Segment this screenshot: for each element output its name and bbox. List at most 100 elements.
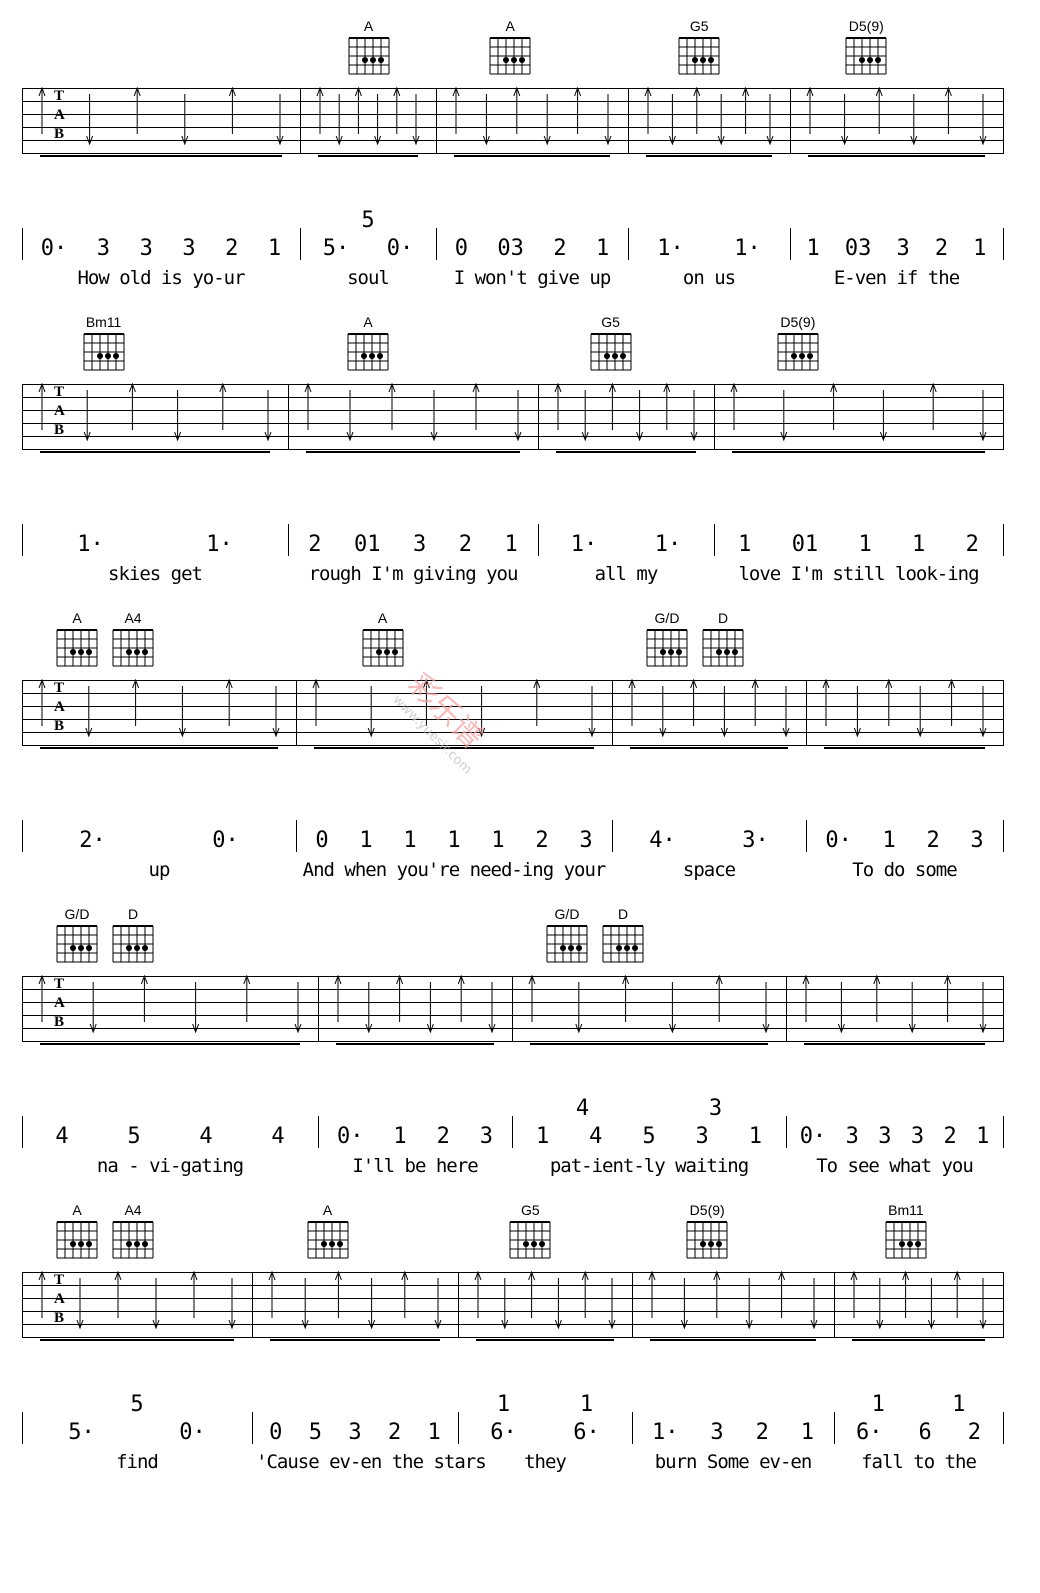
numbered-notation: 1 01 1 1 2 bbox=[718, 529, 999, 557]
numbered-notation: 1 03 3 2 1 bbox=[794, 233, 999, 261]
upper-notes bbox=[794, 205, 999, 233]
notation-bar-line bbox=[22, 1412, 23, 1444]
chord-diagram: A bbox=[303, 1202, 353, 1264]
note: 1 bbox=[806, 236, 820, 261]
note: 1 bbox=[912, 532, 926, 557]
measure: 0 03 2 1 I won't give up bbox=[440, 205, 624, 295]
chord-grid-icon bbox=[81, 333, 127, 376]
chord-diagram: D bbox=[598, 906, 648, 968]
notation-bar-line bbox=[512, 1116, 513, 1148]
note: 1 bbox=[496, 1392, 511, 1417]
upper-notes bbox=[322, 1093, 508, 1121]
lyrics: How old is yo-ur bbox=[77, 267, 245, 289]
chord-name: A4 bbox=[124, 610, 142, 626]
measure: 2· 0· up bbox=[26, 797, 292, 887]
chord-diagram: D bbox=[108, 906, 158, 968]
lyrics: 'Cause ev-en the stars bbox=[256, 1451, 487, 1473]
chord-diagram: A bbox=[52, 610, 102, 672]
note: 3 bbox=[896, 236, 910, 261]
note: 1 bbox=[748, 1124, 762, 1149]
strum-marks bbox=[304, 382, 522, 453]
measure: 1· 1· skies get bbox=[26, 501, 284, 591]
strum-marks bbox=[38, 1270, 236, 1341]
chord-name: G/D bbox=[554, 906, 580, 922]
note: 1· bbox=[657, 236, 684, 261]
note: 01 bbox=[354, 532, 381, 557]
chord-name: A bbox=[377, 610, 388, 626]
numbered-notation: 4· 3· bbox=[616, 825, 802, 853]
note: 6· bbox=[490, 1420, 517, 1445]
note: 6 bbox=[918, 1420, 932, 1445]
note: 3· bbox=[742, 828, 769, 853]
bar-line bbox=[1003, 680, 1004, 746]
lyrics: rough I'm giving you bbox=[308, 563, 519, 585]
numbered-notation: 0· 1 2 3 bbox=[810, 825, 999, 853]
strum-marks bbox=[628, 678, 790, 749]
note: 5 bbox=[642, 1124, 656, 1149]
lyrics: space bbox=[682, 859, 736, 881]
note: 3 bbox=[579, 828, 593, 853]
note: 6· bbox=[573, 1420, 600, 1445]
chord-name: A bbox=[72, 1202, 82, 1218]
notation-bar-line bbox=[318, 1116, 319, 1148]
strum-marks bbox=[528, 974, 770, 1045]
chord-grid-icon bbox=[346, 37, 392, 80]
notation-bar-line bbox=[458, 1412, 459, 1444]
numbered-notation: 1· 1· bbox=[542, 529, 710, 557]
upper-notes bbox=[790, 1093, 999, 1121]
chord-grid-icon bbox=[676, 37, 722, 80]
measure: 5 5· 0· soul bbox=[304, 205, 432, 295]
chord-name: G/D bbox=[64, 906, 90, 922]
lyrics: burn Some ev-en bbox=[654, 1451, 813, 1473]
chord-grid-icon bbox=[700, 629, 746, 672]
upper-notes bbox=[718, 501, 999, 529]
upper-notes bbox=[292, 501, 534, 529]
note: 3 bbox=[695, 1124, 709, 1149]
lyrics: love I'm still look-ing bbox=[738, 563, 979, 585]
note: 2 bbox=[755, 1420, 769, 1445]
chord-name: A4 bbox=[124, 1202, 142, 1218]
notation-bar-line bbox=[436, 228, 437, 260]
notation-bar-line bbox=[790, 228, 791, 260]
notation-bar-line bbox=[22, 524, 23, 556]
note: 1 bbox=[504, 532, 518, 557]
numbered-notation: 5· 0· bbox=[26, 1417, 248, 1445]
note: 4· bbox=[649, 828, 676, 853]
note: 2 bbox=[308, 532, 322, 557]
note: 1 bbox=[973, 236, 987, 261]
chord-grid-icon bbox=[54, 1221, 100, 1264]
note: 2 bbox=[225, 236, 239, 261]
chord-grid-icon bbox=[883, 1221, 929, 1264]
notation-bar-line bbox=[834, 1412, 835, 1444]
chord-name: G5 bbox=[601, 314, 620, 330]
note: 1 bbox=[738, 532, 752, 557]
chord-diagram: G5 bbox=[586, 314, 636, 376]
note: 0· bbox=[825, 828, 852, 853]
notation-bar-line bbox=[714, 524, 715, 556]
chord-name: G5 bbox=[689, 18, 709, 34]
chord-name: D bbox=[617, 906, 629, 922]
tab-system: T A B Bm11 1· 1· skies get A 2 01 3 2 1 rough I'm giv… bbox=[0, 296, 1040, 592]
note: 2 bbox=[926, 828, 940, 853]
numbered-notation: 6· 6 2 bbox=[838, 1417, 999, 1445]
measure: 0 5 3 2 1 'Cause ev-en the stars bbox=[256, 1389, 487, 1479]
note: 2 bbox=[387, 1420, 402, 1445]
numbered-notation: 4 5 4 4 bbox=[26, 1121, 314, 1149]
upper-notes bbox=[26, 797, 292, 825]
note: 5 bbox=[308, 1420, 323, 1445]
measure: 4 3 1 4 5 3 1 pat-ient-ly waiting bbox=[516, 1093, 782, 1183]
strum-marks bbox=[38, 974, 302, 1045]
chord-diagram: D bbox=[698, 610, 748, 672]
notation-bar-line bbox=[22, 228, 23, 260]
chord-diagram: A4 bbox=[108, 610, 158, 672]
strum-marks bbox=[850, 1270, 987, 1341]
lyrics: they bbox=[524, 1451, 567, 1473]
note: 2 bbox=[553, 236, 567, 261]
numbered-notation: 0 1 1 1 1 2 3 bbox=[300, 825, 608, 853]
chord-name: Bm11 bbox=[85, 314, 122, 330]
measure: 1· 1· on us bbox=[632, 205, 786, 295]
note: 3 bbox=[182, 236, 196, 261]
chord-diagram: D5(9) bbox=[682, 1202, 732, 1264]
numbered-notation: 1· 1· bbox=[632, 233, 786, 261]
note: 2 bbox=[943, 1124, 957, 1149]
